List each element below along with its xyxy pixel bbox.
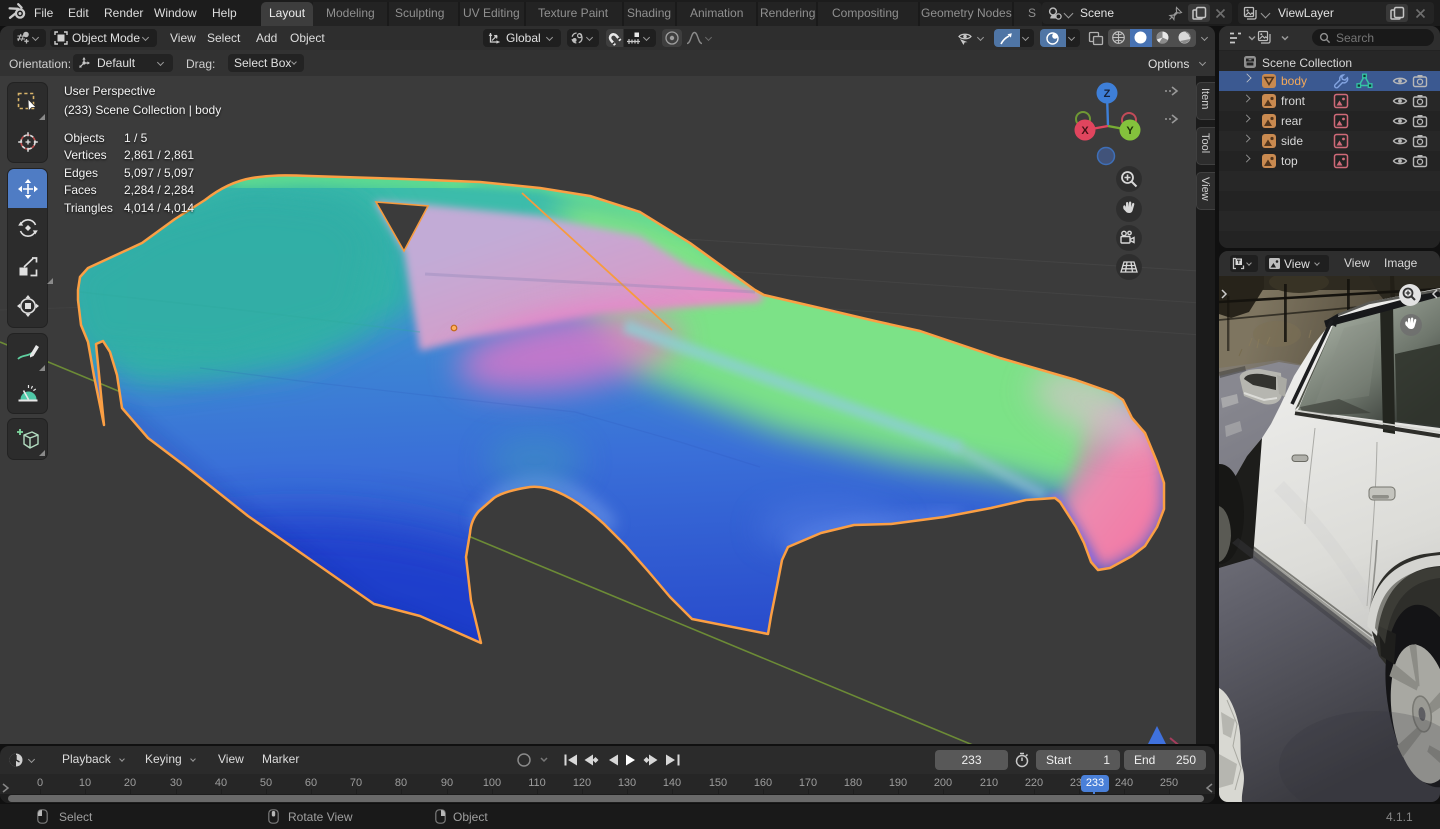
svg-text:X: X bbox=[1081, 125, 1089, 137]
svg-text:Z: Z bbox=[1104, 88, 1111, 100]
svg-text:Y: Y bbox=[1126, 125, 1134, 137]
